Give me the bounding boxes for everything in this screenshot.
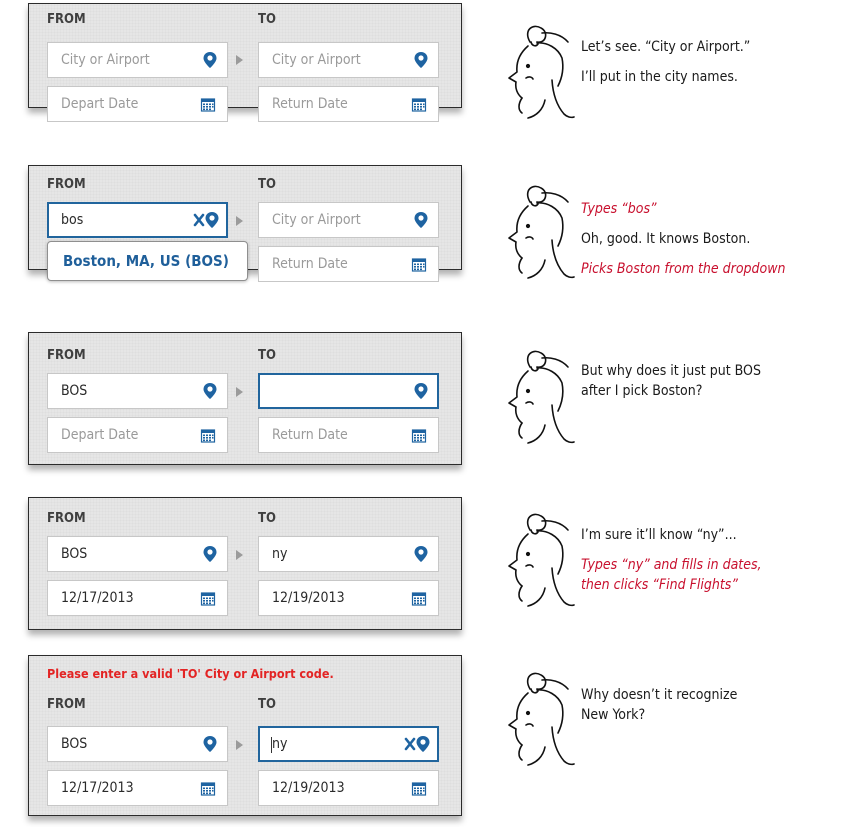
validation-error-message: Please enter a valid 'TO' City or Airpor… [47,666,334,681]
from-city-input[interactable]: BOS [47,373,228,409]
calendar-icon[interactable] [200,97,216,115]
arrow-right-icon [236,216,243,226]
map-pin-icon[interactable] [413,382,429,400]
search-panel-3: FROM TO BOS Depart Date Return Date [28,332,462,465]
to-city-input[interactable]: ny [258,726,439,762]
search-panel-2: FROM TO bos City or Airport Return Date … [28,165,462,282]
from-label: FROM [47,511,86,526]
to-city-input[interactable]: City or Airport [258,42,439,78]
depart-date-input[interactable]: 12/17/2013 [47,770,228,806]
caption-4-action-2: then clicks “Find Flights” [581,577,738,593]
calendar-icon[interactable] [200,428,216,446]
to-city-input[interactable]: City or Airport [258,202,439,238]
return-date-input[interactable]: Return Date [258,246,439,282]
to-label: TO [258,697,276,712]
map-pin-icon[interactable] [413,51,429,69]
to-city-value: ny [272,546,288,562]
from-city-input[interactable]: BOS [47,726,228,762]
from-label: FROM [47,12,86,27]
map-pin-icon[interactable] [202,382,218,400]
return-date-input[interactable]: Return Date [258,86,439,122]
calendar-icon[interactable] [411,97,427,115]
user-face-illustration [506,20,576,130]
from-label: FROM [47,348,86,363]
search-panel-4: FROM TO BOS ny 12/17/2013 12/19/2013 [28,497,462,630]
autocomplete-option-label: Boston, MA, US (BOS) [63,252,229,270]
depart-date-value: 12/17/2013 [61,590,134,606]
caption-3-line-2: after I pick Boston? [581,383,703,399]
arrow-right-icon [236,740,243,750]
return-date-input[interactable]: 12/19/2013 [258,580,439,616]
map-pin-icon[interactable] [413,545,429,563]
to-city-input[interactable]: ny [258,536,439,572]
map-pin-icon[interactable] [202,545,218,563]
caption-2-line: Oh, good. It knows Boston. [581,231,751,247]
caption-3-line-1: But why does it just put BOS [581,363,761,379]
depart-date-placeholder: Depart Date [61,427,139,443]
to-label: TO [258,177,276,192]
from-city-input[interactable]: City or Airport [47,42,228,78]
arrow-right-icon [236,550,243,560]
caption-1-line-2: I’ll put in the city names. [581,69,738,85]
from-city-input[interactable]: BOS [47,536,228,572]
from-city-value: bos [61,212,84,228]
autocomplete-option-boston[interactable]: Boston, MA, US (BOS) [47,241,248,281]
return-date-placeholder: Return Date [272,256,348,272]
clear-x-icon[interactable] [403,735,431,753]
depart-date-input[interactable]: Depart Date [47,86,228,122]
caption-2-action-2: Picks Boston from the dropdown [581,261,786,277]
from-label: FROM [47,697,86,712]
to-city-placeholder: City or Airport [272,212,361,228]
from-city-value: BOS [61,736,88,752]
caption-4-line: I’m sure it’ll know “ny”... [581,527,737,543]
calendar-icon[interactable] [200,591,216,609]
search-panel-1: FROM TO City or Airport City or Airport … [28,3,462,122]
map-pin-icon[interactable] [413,211,429,229]
arrow-right-icon [236,55,243,65]
caption-1-line-1: Let’s see. “City or Airport.” [581,39,751,55]
caption-5-line-1: Why doesn’t it recognize [581,687,738,703]
calendar-icon[interactable] [411,257,427,275]
to-city-input[interactable] [258,373,439,409]
calendar-icon[interactable] [411,428,427,446]
from-city-value: BOS [61,546,88,562]
map-pin-icon[interactable] [202,51,218,69]
from-city-placeholder: City or Airport [61,52,150,68]
caption-2-action: Types “bos” [581,201,657,217]
map-pin-icon[interactable] [202,735,218,753]
return-date-value: 12/19/2013 [272,780,345,796]
user-face-illustration [506,508,576,618]
from-label: FROM [47,177,86,192]
from-city-value: BOS [61,383,88,399]
return-date-input[interactable]: 12/19/2013 [258,770,439,806]
depart-date-value: 12/17/2013 [61,780,134,796]
to-label: TO [258,12,276,27]
to-label: TO [258,511,276,526]
from-city-input[interactable]: bos [47,202,228,238]
user-face-illustration [506,180,576,290]
to-city-placeholder: City or Airport [272,52,361,68]
to-city-value: ny [272,736,288,752]
caption-5-line-2: New York? [581,707,646,723]
return-date-placeholder: Return Date [272,427,348,443]
search-panel-5: Please enter a valid 'TO' City or Airpor… [28,655,462,816]
caption-4-action-1: Types “ny” and fills in dates, [581,557,762,573]
depart-date-input[interactable]: Depart Date [47,417,228,453]
to-label: TO [258,348,276,363]
user-face-illustration [506,345,576,455]
return-date-input[interactable]: Return Date [258,417,439,453]
user-face-illustration [506,667,576,777]
depart-date-input[interactable]: 12/17/2013 [47,580,228,616]
clear-x-icon[interactable] [192,211,220,229]
arrow-right-icon [236,387,243,397]
return-date-placeholder: Return Date [272,96,348,112]
calendar-icon[interactable] [411,591,427,609]
return-date-value: 12/19/2013 [272,590,345,606]
depart-date-placeholder: Depart Date [61,96,139,112]
calendar-icon[interactable] [200,781,216,799]
calendar-icon[interactable] [411,781,427,799]
